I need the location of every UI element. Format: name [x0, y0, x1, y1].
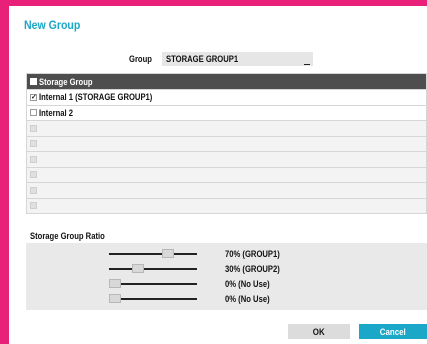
slider-thumb[interactable] [162, 249, 175, 258]
table-row [27, 182, 426, 198]
slider-thumb[interactable] [109, 279, 121, 288]
group-label: Group [129, 54, 152, 64]
row-checkbox[interactable]: ✓ [30, 93, 37, 101]
ratio-slider[interactable] [109, 264, 197, 273]
ratio-value: 0% (No Use) [225, 279, 270, 289]
new-group-dialog: New Group Group STORAGE GROUP1 Storage G… [9, 6, 427, 344]
table-row [27, 166, 426, 182]
row-checkbox [30, 155, 37, 163]
ok-button[interactable]: OK [288, 324, 350, 339]
ratio-panel: 70% (GROUP1) 30% (GROUP2) 0% (No Use) 0%… [26, 243, 427, 310]
row-checkbox [30, 202, 37, 210]
group-name-input[interactable]: STORAGE GROUP1 [162, 52, 313, 66]
row-checkbox[interactable] [30, 109, 37, 117]
ratio-row: 0% (No Use) [26, 277, 427, 291]
check-icon: ✓ [31, 93, 37, 101]
slider-thumb[interactable] [131, 264, 144, 273]
table-header: Storage Group [27, 74, 426, 89]
ratio-value: 30% (GROUP2) [225, 264, 280, 274]
ratio-row: 30% (GROUP2) [26, 262, 427, 276]
ratio-row: 70% (GROUP1) [26, 247, 427, 261]
ok-button-label: OK [313, 326, 325, 337]
slider-thumb[interactable] [109, 294, 121, 303]
table-row [27, 197, 426, 213]
ratio-value: 70% (GROUP1) [225, 249, 280, 259]
storage-group-table: Storage Group ✓ Internal 1 (STORAGE GROU… [26, 73, 427, 214]
cancel-button-label: Cancel [380, 326, 406, 337]
row-label: Internal 2 [39, 107, 74, 118]
text-cursor [304, 64, 310, 65]
table-header-label: Storage Group [39, 76, 93, 87]
row-checkbox [30, 186, 37, 194]
row-checkbox [30, 171, 37, 179]
select-all-checkbox[interactable] [30, 78, 37, 85]
ratio-row: 0% (No Use) [26, 292, 427, 306]
table-row[interactable]: ✓ Internal 1 (STORAGE GROUP1) [27, 89, 426, 105]
ratio-value: 0% (No Use) [225, 294, 270, 304]
row-label: Internal 1 (STORAGE GROUP1) [39, 92, 153, 103]
ratio-slider[interactable] [109, 249, 197, 258]
table-row [27, 120, 426, 136]
ratio-slider[interactable] [109, 294, 197, 303]
ratio-slider[interactable] [109, 279, 197, 288]
table-row [27, 135, 426, 151]
dialog-title: New Group [24, 18, 81, 32]
table-row[interactable]: Internal 2 [27, 104, 426, 120]
row-checkbox [30, 124, 37, 132]
cancel-button[interactable]: Cancel [359, 324, 427, 339]
table-row [27, 151, 426, 167]
ratio-section-title: Storage Group Ratio [30, 231, 105, 241]
row-checkbox [30, 140, 37, 148]
group-name-value: STORAGE GROUP1 [166, 54, 239, 64]
